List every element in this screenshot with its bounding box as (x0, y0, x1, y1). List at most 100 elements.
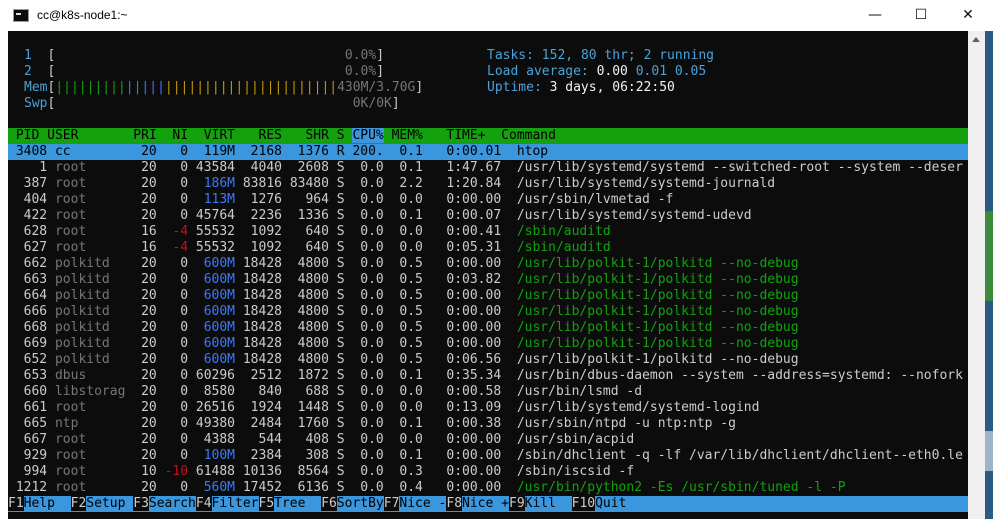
process-table-header[interactable]: PID USER PRI NI VIRT RES SHR S CPU% MEM%… (8, 128, 968, 144)
col-shr[interactable]: SHR (305, 128, 328, 143)
col-time[interactable]: TIME+ (446, 128, 485, 143)
process-row[interactable]: 661 root 20 0 26516 1924 1448 S 0.0 0.0 … (8, 400, 968, 416)
process-row[interactable]: 660 libstorag 20 0 8580 840 688 S 0.0 0.… (8, 384, 968, 400)
col-mem[interactable]: MEM% (392, 128, 423, 143)
fkey-f3[interactable]: F3 (133, 496, 149, 511)
process-row[interactable]: 387 root 20 0 186M 83816 83480 S 0.0 2.2… (8, 176, 968, 192)
fkey-label[interactable]: Help (23, 496, 71, 511)
process-time-cell: 0:00.00 (430, 192, 517, 207)
vertical-scrollbar[interactable] (968, 31, 985, 519)
process-time-cell: 0:03.82 (430, 272, 517, 287)
process-row[interactable]: 929 root 20 0 100M 2384 308 S 0.0 0.1 0:… (8, 448, 968, 464)
process-mem-cell: 0.5 (391, 288, 431, 303)
process-row[interactable]: 666 polkitd 20 0 600M 18428 4800 S 0.0 0… (8, 304, 968, 320)
fkey-f9[interactable]: F9 (509, 496, 525, 511)
fkey-f2[interactable]: F2 (70, 496, 87, 511)
process-row[interactable]: 662 polkitd 20 0 600M 18428 4800 S 0.0 0… (8, 256, 968, 272)
process-row[interactable]: 3408 cc 20 0 119M 2168 1376 R 200. 0.1 0… (8, 144, 968, 160)
fkey-f10[interactable]: F10 (571, 496, 596, 511)
cpu1-value: 0.0% (344, 48, 377, 63)
fkey-f1[interactable]: F1 (8, 496, 24, 511)
process-row[interactable]: 652 polkitd 20 0 600M 18428 4800 S 0.0 0… (8, 352, 968, 368)
process-row[interactable]: 668 polkitd 20 0 600M 18428 4800 S 0.0 0… (8, 320, 968, 336)
fkey-label[interactable]: Setup (86, 496, 134, 511)
process-pri-cell: 20 (133, 208, 165, 223)
process-virt-cell: 600M (195, 256, 243, 271)
process-row[interactable]: 1 root 20 0 43584 4040 2608 S 0.0 0.1 1:… (8, 160, 968, 176)
fkey-label[interactable]: Nice - (399, 496, 447, 511)
process-virt-cell: 119M (195, 144, 243, 159)
process-row[interactable]: 994 root 10 -10 61488 10136 8564 S 0.0 0… (8, 464, 968, 480)
process-pri-cell: 20 (133, 272, 165, 287)
process-user-cell: root (54, 480, 134, 495)
fkey-f8[interactable]: F8 (446, 496, 463, 511)
fkey-label[interactable]: Quit (595, 496, 627, 511)
fkey-label[interactable]: Kill (524, 496, 572, 511)
process-virt-cell: 8580 (195, 384, 243, 399)
process-shr-cell: 2608 (289, 160, 337, 175)
process-cpu-cell: 0.0 (352, 176, 392, 191)
process-mem-cell: 0.0 (391, 240, 431, 255)
process-row[interactable]: 669 polkitd 20 0 600M 18428 4800 S 0.0 0… (8, 336, 968, 352)
process-shr-cell: 1760 (289, 416, 337, 431)
process-mem-cell: 0.1 (391, 144, 431, 159)
process-row[interactable]: 422 root 20 0 45764 2236 1336 S 0.0 0.1 … (8, 208, 968, 224)
process-row[interactable]: 665 ntp 20 0 49380 2484 1760 S 0.0 0.1 0… (8, 416, 968, 432)
process-time-cell: 0:00.00 (430, 288, 517, 303)
threads-count: 80 (580, 48, 597, 63)
process-cpu-cell: 0.0 (352, 224, 392, 239)
window-titlebar: cc@k8s-node1:~ — ☐ ✕ (0, 0, 993, 31)
fkey-label[interactable]: Filter (211, 496, 259, 511)
col-pri[interactable]: PRI (133, 128, 156, 143)
process-time-cell: 0:06.56 (430, 352, 517, 367)
process-row[interactable]: 404 root 20 0 113M 1276 964 S 0.0 0.0 0:… (8, 192, 968, 208)
process-row[interactable]: 627 root 16 -4 55532 1092 640 S 0.0 0.0 … (8, 240, 968, 256)
process-row[interactable]: 663 polkitd 20 0 600M 18428 4800 S 0.0 0… (8, 272, 968, 288)
process-res-cell: 840 (242, 384, 290, 399)
function-key-bar: F1Help F2Setup F3SearchF4FilterF5Tree F6… (8, 496, 968, 512)
process-ni-cell: 0 (164, 208, 196, 223)
process-cmd-cell: /sbin/dhclient -q -lf /var/lib/dhclient/… (516, 448, 963, 463)
fkey-label[interactable]: Nice + (462, 496, 509, 511)
process-pri-cell: 20 (133, 480, 165, 495)
process-row[interactable]: 628 root 16 -4 55532 1092 640 S 0.0 0.0 … (8, 224, 968, 240)
process-pri-cell: 20 (133, 144, 165, 159)
process-cpu-cell: 0.0 (352, 416, 392, 431)
fkey-label[interactable]: Tree (274, 496, 322, 511)
close-button[interactable]: ✕ (945, 0, 991, 31)
process-cpu-cell: 0.0 (352, 192, 392, 207)
process-row[interactable]: 667 root 20 0 4388 544 408 S 0.0 0.0 0:0… (8, 432, 968, 448)
process-row[interactable]: 1212 root 20 0 560M 17452 6136 S 0.0 0.4… (8, 480, 968, 496)
col-res[interactable]: RES (259, 128, 282, 143)
col-user[interactable]: USER (47, 128, 78, 143)
fkey-f5[interactable]: F5 (258, 496, 275, 511)
process-pid-cell: 387 (8, 176, 55, 191)
process-s-cell: R (336, 144, 353, 159)
uptime-value: 3 days, 06:22:50 (549, 80, 675, 95)
col-command[interactable]: Command (501, 128, 556, 143)
process-cmd-cell: /usr/sbin/lvmetad -f (516, 192, 674, 207)
fkey-f4[interactable]: F4 (195, 496, 212, 511)
process-cpu-cell: 0.0 (352, 256, 392, 271)
process-cpu-cell: 0.0 (352, 432, 392, 447)
fkey-f6[interactable]: F6 (321, 496, 337, 511)
maximize-button[interactable]: ☐ (898, 0, 944, 31)
scroll-up-arrow-icon[interactable] (972, 37, 980, 42)
process-row[interactable]: 653 dbus 20 0 60296 2512 1872 S 0.0 0.1 … (8, 368, 968, 384)
process-cmd-cell: /usr/lib/polkit-1/polkitd --no-debug (516, 256, 799, 271)
window-title: cc@k8s-node1:~ (37, 8, 128, 22)
fkey-label[interactable]: SortBy (336, 496, 384, 511)
process-virt-cell: 61488 (195, 464, 243, 479)
terminal-viewport[interactable]: 1 [ 0.0%] 2 [ 0.0%] Mem[||||||||||||||||… (8, 31, 968, 519)
process-row[interactable]: 664 polkitd 20 0 600M 18428 4800 S 0.0 0… (8, 288, 968, 304)
col-cpu-sorted[interactable]: CPU% (352, 128, 384, 143)
process-cmd-cell: /usr/lib/systemd/systemd-journald (516, 176, 776, 191)
fkey-label[interactable]: Search (148, 496, 196, 511)
col-virt[interactable]: VIRT (204, 128, 235, 143)
fkey-f7[interactable]: F7 (383, 496, 400, 511)
process-mem-cell: 0.0 (391, 224, 431, 239)
col-pid[interactable]: PID (16, 128, 39, 143)
minimize-button[interactable]: — (852, 0, 898, 31)
col-state[interactable]: S (337, 128, 345, 143)
col-ni[interactable]: NI (172, 128, 188, 143)
